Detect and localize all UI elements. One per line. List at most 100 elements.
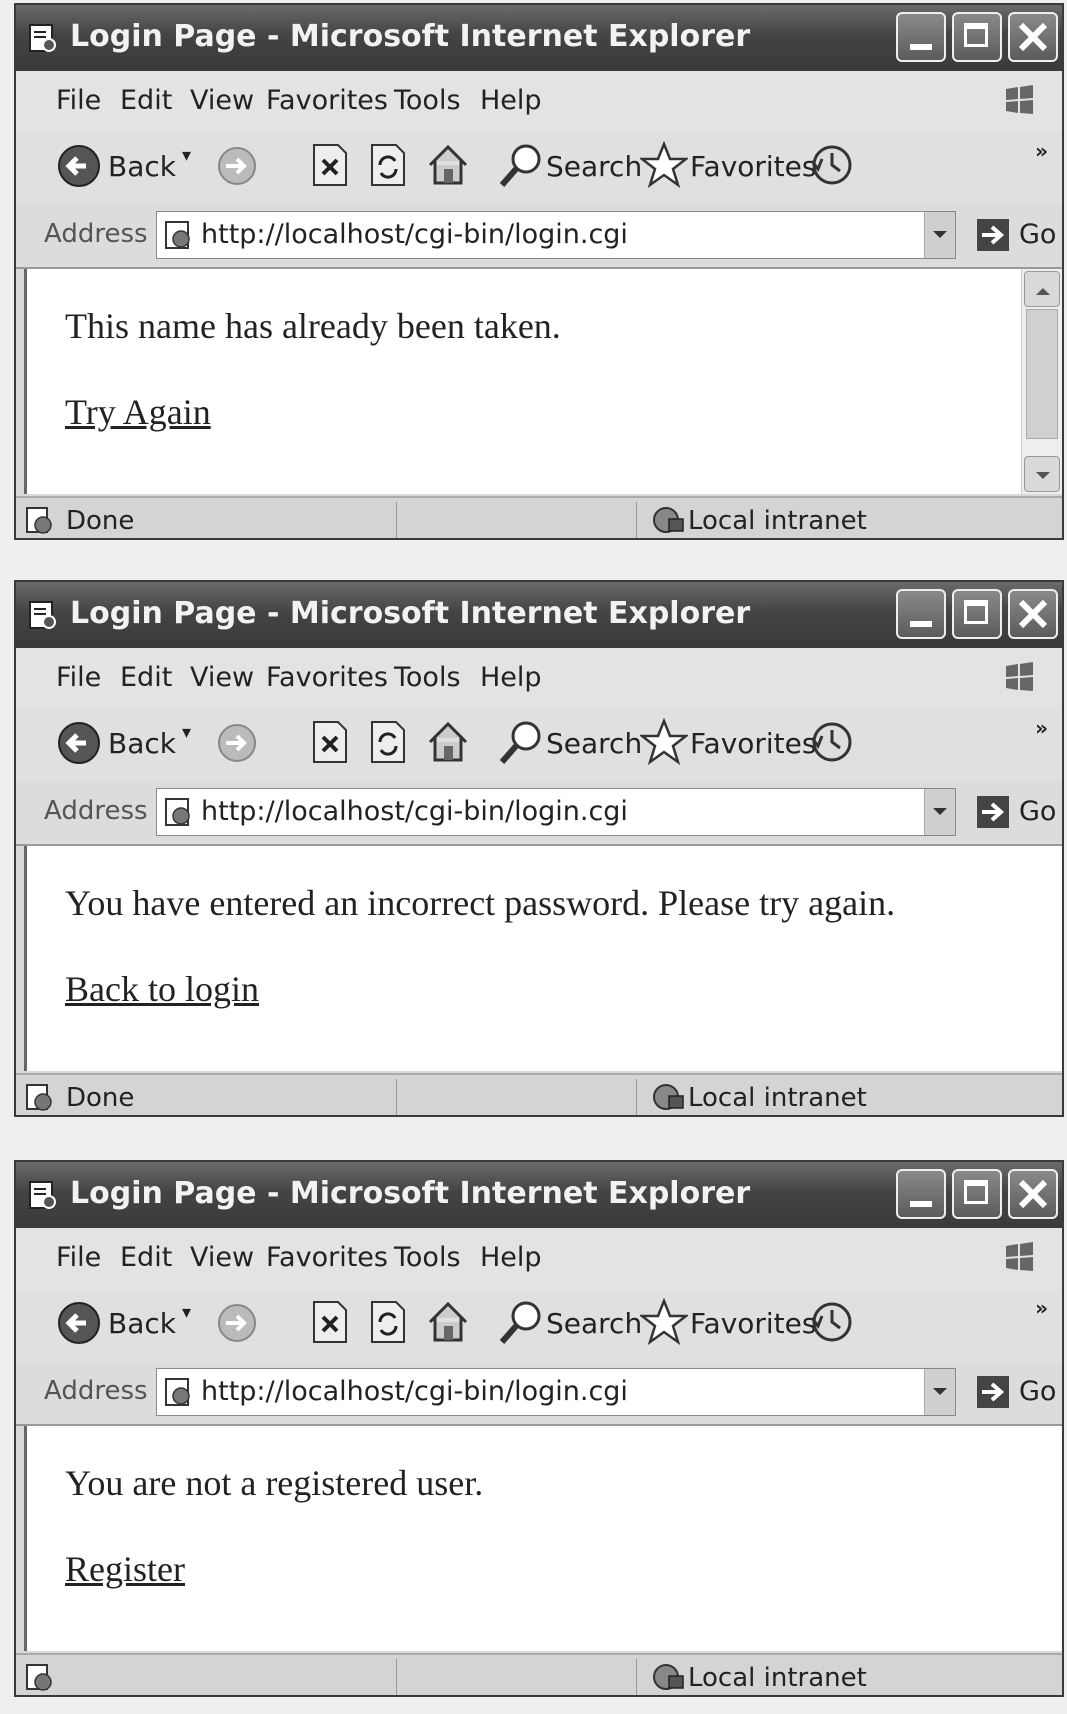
favorites-button-label[interactable]: Favorites — [690, 1307, 816, 1340]
scroll-down-icon[interactable] — [1024, 456, 1060, 492]
go-button[interactable]: Go — [1019, 796, 1056, 827]
close-icon — [1018, 22, 1048, 52]
search-icon[interactable] — [496, 141, 546, 191]
menu-help[interactable]: Help — [480, 1242, 542, 1273]
browser-window-3: Login Page - Microsoft Internet Explorer… — [14, 1160, 1064, 1697]
address-input[interactable]: http://localhost/cgi-bin/login.cgi — [156, 788, 956, 836]
menu-file[interactable]: File — [56, 662, 101, 693]
try-again-link[interactable]: Try Again — [65, 391, 211, 433]
refresh-icon[interactable] — [370, 143, 406, 187]
search-icon[interactable] — [496, 718, 546, 768]
address-url[interactable]: http://localhost/cgi-bin/login.cgi — [201, 1376, 628, 1407]
refresh-icon[interactable] — [370, 720, 406, 764]
maximize-button[interactable] — [952, 589, 1002, 639]
menu-view[interactable]: View — [190, 85, 254, 116]
status-page-icon — [26, 507, 52, 534]
page-content: You have entered an incorrect password. … — [24, 846, 1062, 1071]
back-button-label[interactable]: Back — [108, 150, 176, 183]
menu-help[interactable]: Help — [480, 662, 542, 693]
windows-logo-icon — [1006, 85, 1033, 114]
menu-favorites[interactable]: Favorites — [266, 85, 388, 116]
window-title: Login Page - Microsoft Internet Explorer — [70, 1176, 751, 1211]
toolbar-chevron-icon[interactable]: » — [1035, 716, 1048, 740]
address-dropdown-icon[interactable] — [924, 789, 955, 835]
stop-icon[interactable] — [312, 1300, 348, 1344]
toolbar: Back ▾ Search Favorites » — [16, 710, 1062, 783]
stop-icon[interactable] — [312, 143, 348, 187]
title-bar: Login Page - Microsoft Internet Explorer — [16, 582, 1062, 648]
search-button-label[interactable]: Search — [546, 727, 642, 760]
search-icon[interactable] — [496, 1298, 546, 1348]
close-button[interactable] — [1008, 589, 1058, 639]
go-arrow-icon[interactable] — [976, 795, 1010, 829]
history-icon[interactable] — [808, 718, 856, 766]
scroll-thumb[interactable] — [1026, 309, 1058, 439]
address-input[interactable]: http://localhost/cgi-bin/login.cgi — [156, 1368, 956, 1416]
back-button-label[interactable]: Back — [108, 727, 176, 760]
menu-edit[interactable]: Edit — [120, 85, 172, 116]
home-icon[interactable] — [426, 141, 470, 187]
home-icon[interactable] — [426, 1298, 470, 1344]
menu-favorites[interactable]: Favorites — [266, 662, 388, 693]
menu-file[interactable]: File — [56, 1242, 101, 1273]
toolbar: Back ▾ Search Favorites » — [16, 133, 1062, 206]
menu-view[interactable]: View — [190, 662, 254, 693]
favorites-button-label[interactable]: Favorites — [690, 727, 816, 760]
go-arrow-icon[interactable] — [976, 1375, 1010, 1409]
back-dropdown-icon[interactable]: ▾ — [182, 145, 191, 166]
maximize-button[interactable] — [952, 1169, 1002, 1219]
vertical-scrollbar[interactable] — [1021, 269, 1062, 494]
windows-logo-icon — [1006, 662, 1033, 691]
menu-tools[interactable]: Tools — [394, 1242, 461, 1273]
register-link[interactable]: Register — [65, 1548, 185, 1590]
menu-file[interactable]: File — [56, 85, 101, 116]
menu-tools[interactable]: Tools — [394, 662, 461, 693]
search-button-label[interactable]: Search — [546, 150, 642, 183]
back-dropdown-icon[interactable]: ▾ — [182, 722, 191, 743]
go-button[interactable]: Go — [1019, 219, 1056, 250]
back-arrow-icon[interactable] — [56, 143, 102, 189]
minimize-button[interactable] — [896, 12, 946, 62]
back-button-label[interactable]: Back — [108, 1307, 176, 1340]
forward-arrow-icon[interactable] — [216, 722, 258, 764]
maximize-button[interactable] — [952, 12, 1002, 62]
address-url[interactable]: http://localhost/cgi-bin/login.cgi — [201, 796, 628, 827]
go-button[interactable]: Go — [1019, 1376, 1056, 1407]
go-arrow-icon[interactable] — [976, 218, 1010, 252]
menu-bar: File Edit View Favorites Tools Help — [16, 648, 1062, 711]
address-dropdown-icon[interactable] — [924, 1369, 955, 1415]
address-url[interactable]: http://localhost/cgi-bin/login.cgi — [201, 219, 628, 250]
menu-tools[interactable]: Tools — [394, 85, 461, 116]
forward-arrow-icon[interactable] — [216, 145, 258, 187]
favorites-star-icon[interactable] — [640, 1298, 688, 1346]
menu-view[interactable]: View — [190, 1242, 254, 1273]
menu-help[interactable]: Help — [480, 85, 542, 116]
favorites-star-icon[interactable] — [640, 141, 688, 189]
toolbar-chevron-icon[interactable]: » — [1035, 139, 1048, 163]
menu-edit[interactable]: Edit — [120, 662, 172, 693]
stop-icon[interactable] — [312, 720, 348, 764]
close-button[interactable] — [1008, 12, 1058, 62]
favorites-star-icon[interactable] — [640, 718, 688, 766]
history-icon[interactable] — [808, 141, 856, 189]
scroll-up-icon[interactable] — [1024, 271, 1060, 307]
minimize-button[interactable] — [896, 589, 946, 639]
address-label: Address — [44, 219, 148, 249]
close-button[interactable] — [1008, 1169, 1058, 1219]
address-dropdown-icon[interactable] — [924, 212, 955, 258]
menu-edit[interactable]: Edit — [120, 1242, 172, 1273]
address-input[interactable]: http://localhost/cgi-bin/login.cgi — [156, 211, 956, 259]
back-arrow-icon[interactable] — [56, 1300, 102, 1346]
back-arrow-icon[interactable] — [56, 720, 102, 766]
toolbar-chevron-icon[interactable]: » — [1035, 1296, 1048, 1320]
home-icon[interactable] — [426, 718, 470, 764]
search-button-label[interactable]: Search — [546, 1307, 642, 1340]
history-icon[interactable] — [808, 1298, 856, 1346]
menu-favorites[interactable]: Favorites — [266, 1242, 388, 1273]
back-dropdown-icon[interactable]: ▾ — [182, 1302, 191, 1323]
favorites-button-label[interactable]: Favorites — [690, 150, 816, 183]
refresh-icon[interactable] — [370, 1300, 406, 1344]
forward-arrow-icon[interactable] — [216, 1302, 258, 1344]
back-to-login-link[interactable]: Back to login — [65, 968, 259, 1010]
minimize-button[interactable] — [896, 1169, 946, 1219]
